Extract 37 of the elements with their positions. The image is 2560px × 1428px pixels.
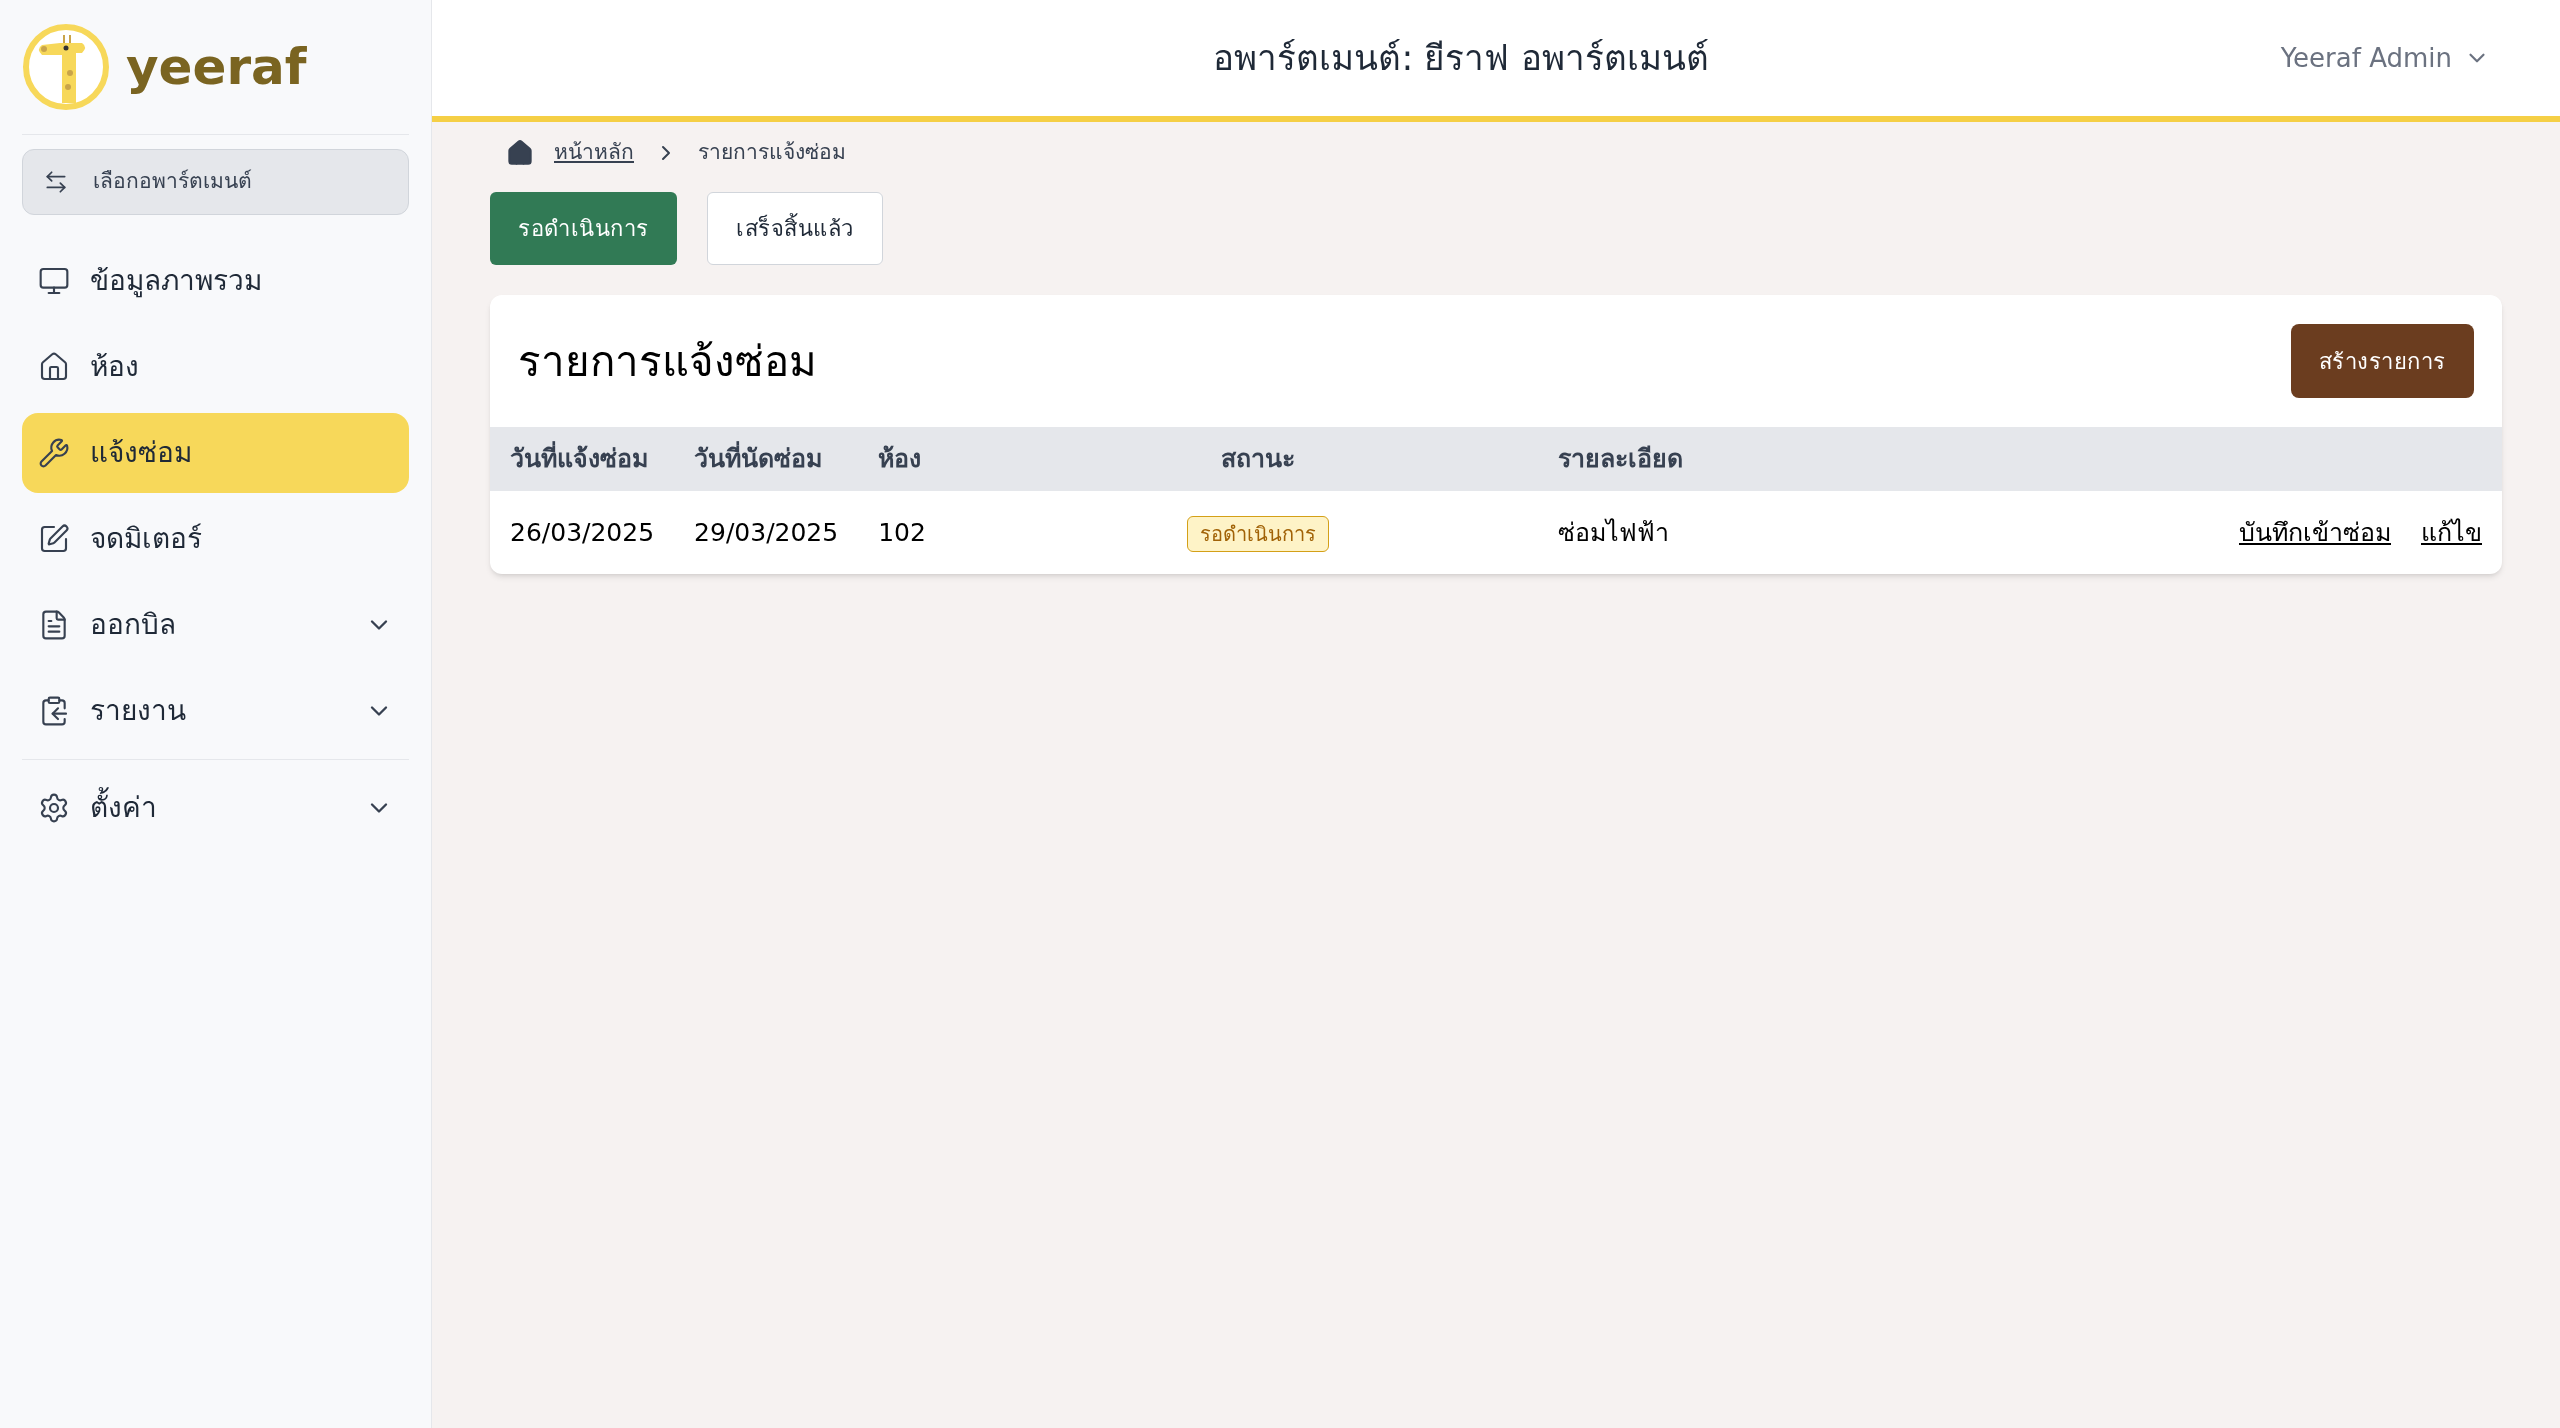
pencil-square-icon xyxy=(38,523,70,555)
breadcrumb-current: รายการแจ้งซ่อม xyxy=(698,139,846,167)
sidebar-item[interactable]: จดมิเตอร์ xyxy=(22,499,409,579)
page-title: อพาร์ตเมนต์: ยีราฟ อพาร์ตเมนต์ xyxy=(1213,36,1709,80)
card-title: รายการแจ้งซ่อม xyxy=(518,335,817,388)
table-cell: 102 xyxy=(858,491,979,574)
giraffe-logo-icon xyxy=(22,23,110,111)
sidebar-item[interactable]: ห้อง xyxy=(22,327,409,407)
house-icon xyxy=(38,351,70,383)
column-header: สถานะ xyxy=(978,427,1539,491)
column-header: รายละเอียด xyxy=(1538,427,1894,491)
sidebar-item[interactable]: ออกบิล xyxy=(22,585,409,665)
column-header: วันที่แจ้งซ่อม xyxy=(490,427,675,491)
breadcrumb-link[interactable]: หน้าหลัก xyxy=(554,137,634,169)
sidebar-item[interactable]: แจ้งซ่อม xyxy=(22,413,409,493)
status-tab[interactable]: รอดำเนินการ xyxy=(490,192,677,265)
status-tab[interactable]: เสร็จสิ้นแล้ว xyxy=(706,192,883,265)
wrench-icon xyxy=(38,437,70,469)
monitor-icon xyxy=(38,265,70,297)
action-link[interactable]: บันทึกเข้าซ่อม xyxy=(2239,513,2391,552)
action-link[interactable]: แก้ไข xyxy=(2421,513,2482,552)
create-button[interactable]: สร้างรายการ xyxy=(2290,324,2474,398)
settings-icon xyxy=(38,792,70,824)
column-header: วันที่นัดซ่อม xyxy=(674,427,859,491)
switch-apartment-button[interactable]: เลือกอพาร์ตเมนต์ xyxy=(22,149,409,215)
user-menu[interactable]: Yeeraf Admin xyxy=(2280,38,2490,78)
sidebar-item[interactable]: ข้อมูลภาพรวม xyxy=(22,241,409,321)
table-cell: 29/03/2025 xyxy=(674,491,859,574)
swap-arrows-icon xyxy=(43,169,69,195)
sidebar-item[interactable]: รายงาน xyxy=(22,671,409,751)
logo-text: yeeraf xyxy=(126,36,307,98)
sidebar-item[interactable]: ตั้งค่า xyxy=(22,768,409,848)
status-badge: รอดำเนินการ xyxy=(1187,515,1330,552)
home-icon xyxy=(506,139,534,167)
column-header: ห้อง xyxy=(858,427,979,491)
table-cell: ซ่อมไฟฟ้า xyxy=(1538,491,1894,574)
table-cell: 26/03/2025 xyxy=(490,491,675,574)
